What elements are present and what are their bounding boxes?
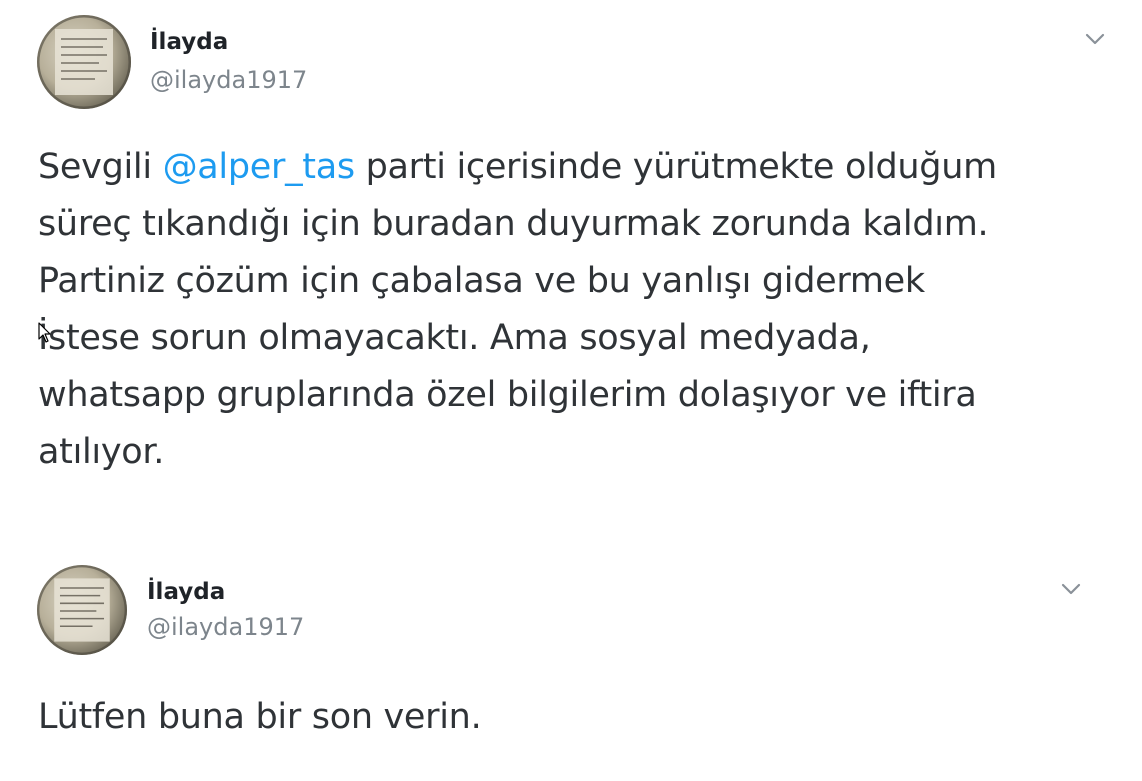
avatar[interactable]: [37, 15, 131, 109]
tweet-text-line: Lütfen buna bir son verin.: [38, 697, 482, 737]
chevron-down-icon[interactable]: [1081, 29, 1109, 49]
author-display-name[interactable]: İlayda: [147, 579, 225, 605]
avatar-image: [37, 15, 131, 109]
tweet-text-line: Sevgili @alper_tas parti içerisinde yürü…: [38, 147, 997, 187]
chevron-down-icon[interactable]: [1057, 579, 1085, 599]
tweet-text: Sevgili @alper_tas parti içerisinde yürü…: [38, 139, 1102, 481]
avatar-image: [37, 565, 127, 655]
tweet-text-line: atılıyor.: [38, 432, 165, 472]
author-handle[interactable]: @ilayda1917: [147, 613, 304, 641]
avatar[interactable]: [37, 565, 127, 655]
mention-link[interactable]: @alper_tas: [163, 147, 356, 187]
tweet-card: İlayda @ilayda1917 Sevgili @alper_tas pa…: [0, 0, 1142, 520]
tweet-text-line: süreç tıkandığı için buradan duyurmak zo…: [38, 204, 989, 244]
author-display-name[interactable]: İlayda: [150, 29, 228, 55]
tweet-text-line: Partiniz çözüm için çabalasa ve bu yanlı…: [38, 261, 925, 301]
tweet-text-line: İstese sorun olmayacaktı. Ama sosyal med…: [38, 318, 871, 358]
mouse-cursor-icon: [38, 322, 51, 343]
tweet-text-line: whatsapp gruplarında özel bilgilerim dol…: [38, 375, 977, 415]
author-handle[interactable]: @ilayda1917: [150, 66, 307, 94]
tweet-card: İlayda @ilayda1917 Lütfen buna bir son v…: [0, 555, 1142, 781]
tweet-text: Lütfen buna bir son verin.: [38, 689, 1102, 746]
